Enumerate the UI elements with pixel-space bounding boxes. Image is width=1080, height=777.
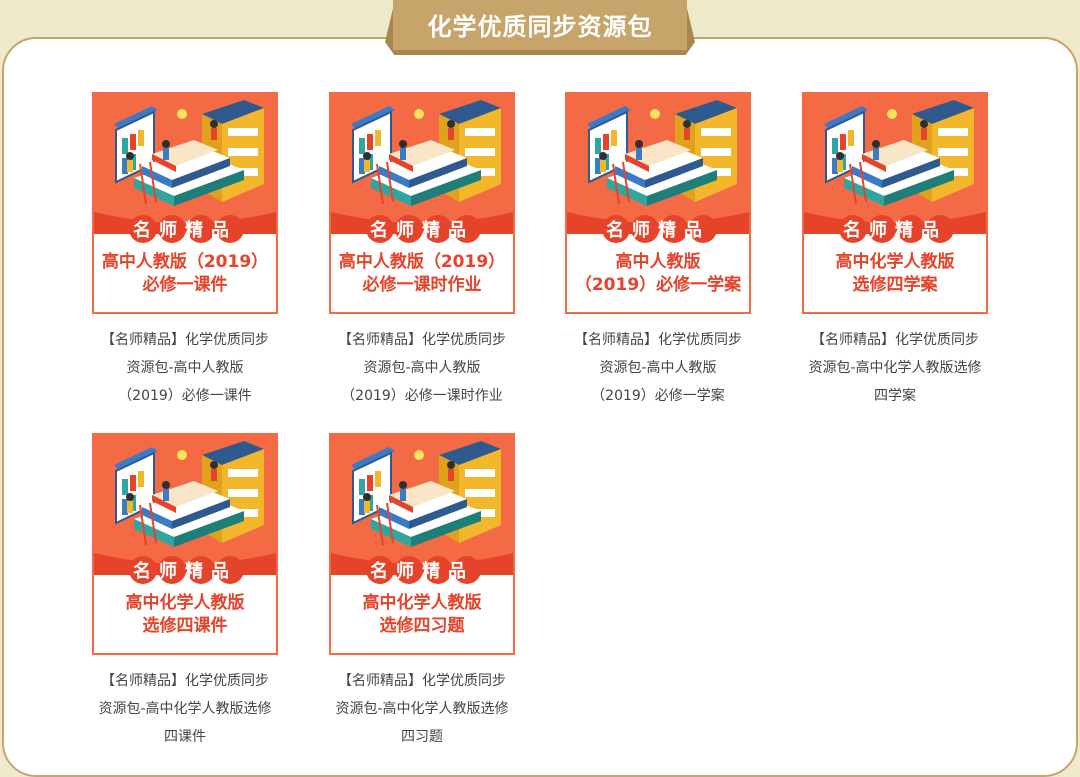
resource-thumbnail[interactable]: 名师精品高中化学人教版 选修四课件 [92, 433, 278, 655]
resource-card[interactable]: 名师精品 高中人教版（2019） 必修一课时作业 【名师精品】化学优质同步 资源包… [329, 92, 515, 410]
resource-caption[interactable]: 【名师精品】化学优质同步 资源包-高中人教版 （2019）必修一课件 [85, 326, 285, 410]
resource-thumbnail[interactable]: 名师精品高中人教版 （2019）必修一学案 [565, 92, 751, 314]
resource-caption[interactable]: 【名师精品】化学优质同步 资源包-高中人教版 （2019）必修一课时作业 [322, 326, 522, 410]
resource-thumbnail[interactable]: 名师精品高中化学人教版 选修四学案 [802, 92, 988, 314]
resource-caption[interactable]: 【名师精品】化学优质同步 资源包-高中化学人教版选修 四课件 [85, 667, 285, 751]
page-title: 化学优质同步资源包 [427, 13, 653, 41]
badge-text: 名师精品 [370, 561, 474, 582]
badge-text: 名师精品 [133, 561, 237, 582]
section-header: 化学优质同步资源包 [385, 0, 695, 55]
resource-card[interactable]: 名师精品 高中化学人教版 选修四习题 【名师精品】化学优质同步 资源包-高中化学人… [329, 433, 515, 751]
thumbnail-subtitle: 高中化学人教版 选修四课件 [125, 593, 245, 636]
resource-thumbnail[interactable]: 名师精品高中人教版（2019） 必修一课时作业 [329, 92, 515, 314]
thumbnail-subtitle: 高中人教版（2019） 必修一课时作业 [338, 252, 506, 295]
resource-card[interactable]: 名师精品 高中化学人教版 选修四课件 【名师精品】化学优质同步 资源包-高中化学人… [92, 433, 278, 751]
resource-grid: 名师精品 高中人教版（2019） 必修一课件 【名师精品】化学优质同步 资源包-高… [0, 0, 1080, 748]
badge-text: 名师精品 [370, 220, 474, 241]
thumbnail-subtitle: 高中化学人教版 选修四学案 [835, 252, 955, 295]
resource-thumbnail[interactable]: 名师精品高中人教版（2019） 必修一课件 [92, 92, 278, 314]
badge-text: 名师精品 [843, 220, 947, 241]
thumbnail-subtitle: 高中人教版 （2019）必修一学案 [574, 252, 742, 295]
badge-text: 名师精品 [133, 220, 237, 241]
resource-caption[interactable]: 【名师精品】化学优质同步 资源包-高中化学人教版选修 四习题 [322, 667, 522, 751]
resource-thumbnail[interactable]: 名师精品高中化学人教版 选修四习题 [329, 433, 515, 655]
badge-text: 名师精品 [606, 220, 710, 241]
thumbnail-subtitle: 高中人教版（2019） 必修一课件 [101, 252, 269, 295]
resource-card[interactable]: 名师精品 高中人教版 （2019）必修一学案 【名师精品】化学优质同步 资源包-高… [565, 92, 751, 410]
resource-card[interactable]: 名师精品 高中化学人教版 选修四学案 【名师精品】化学优质同步 资源包-高中化学人… [802, 92, 988, 410]
resource-card[interactable]: 名师精品 高中人教版（2019） 必修一课件 【名师精品】化学优质同步 资源包-高… [92, 92, 278, 410]
thumbnail-subtitle: 高中化学人教版 选修四习题 [362, 593, 482, 636]
resource-caption[interactable]: 【名师精品】化学优质同步 资源包-高中化学人教版选修 四学案 [795, 326, 995, 410]
resource-caption[interactable]: 【名师精品】化学优质同步 资源包-高中人教版 （2019）必修一学案 [558, 326, 758, 410]
